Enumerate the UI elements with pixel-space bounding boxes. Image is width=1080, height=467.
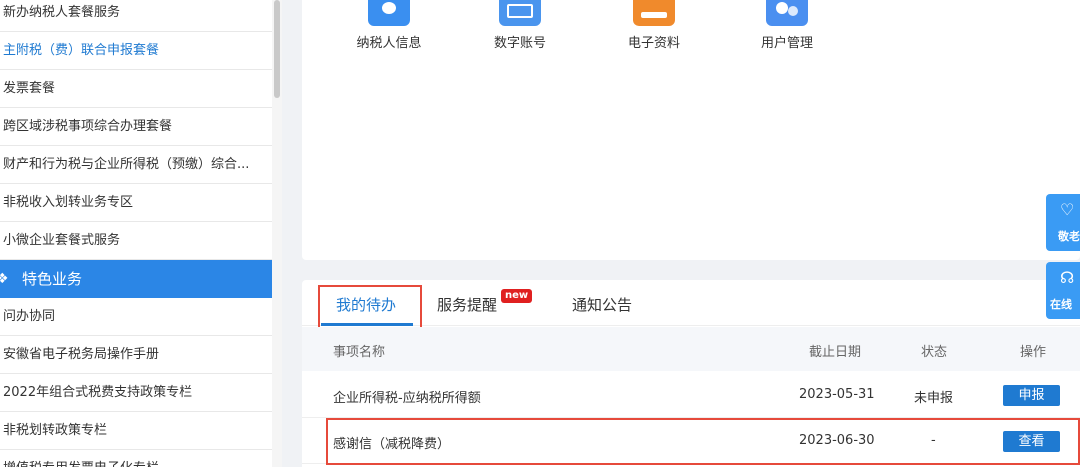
row-status: 未申报 <box>914 391 954 406</box>
sidebar-item-non-tax-policy[interactable]: 非税划转政策专栏 <box>0 412 280 450</box>
table-header: 事项名称 截止日期 状态 操作 <box>302 327 1080 371</box>
table-row: 企业所得税-应纳税所得额 2023-05-31 未申报 申报 <box>302 372 1080 418</box>
sidebar-item-policy-2022[interactable]: 2022年组合式税费支持政策专栏 <box>0 374 280 412</box>
quick-label: 纳税人信息 <box>356 36 422 51</box>
header-action: 操作 <box>1020 345 1047 360</box>
feature-icon: ❖ <box>0 271 9 287</box>
highlight-frame-tab <box>318 285 422 331</box>
sidebar-item-vat-invoice[interactable]: 增值税专用发票电子化专栏 <box>0 450 280 467</box>
elderly-care-icon: ♡ <box>1060 200 1075 219</box>
online-service-icon: ☊ <box>1060 268 1075 287</box>
sidebar-item-joint-declaration[interactable]: 主附税（费）联合申报套餐 <box>0 32 280 70</box>
tab-notice[interactable]: 通知公告 <box>572 294 632 315</box>
online-service-widget[interactable]: ☊ 在线 <box>1046 262 1080 319</box>
quick-user-management[interactable]: 用户管理 <box>737 0 837 51</box>
sidebar-section-label: 特色业务 <box>22 270 83 288</box>
quick-label: 用户管理 <box>760 36 813 51</box>
sidebar-item-invoice[interactable]: 发票套餐 <box>0 70 280 108</box>
quick-digital-account[interactable]: 数字账号 <box>470 0 570 51</box>
elderly-care-widget[interactable]: ♡ 敬老 <box>1046 194 1080 251</box>
row-deadline: 2023-05-31 <box>799 387 875 402</box>
header-status: 状态 <box>921 345 948 360</box>
tab-bar: 我的待办 服务提醒 new 通知公告 <box>302 280 1080 331</box>
e-documents-icon <box>633 0 675 26</box>
sidebar-item-non-tax-revenue[interactable]: 非税收入划转业务专区 <box>0 184 280 222</box>
sidebar-item-collaboration[interactable]: 问办协同 <box>0 298 280 336</box>
sidebar-scrollbar-thumb[interactable] <box>274 0 280 98</box>
todo-panel: 我的待办 服务提醒 new 通知公告 事项名称 截止日期 状态 操作 企业所得税… <box>302 280 1080 467</box>
sidebar-list: 新办纳税人套餐服务 主附税（费）联合申报套餐 发票套餐 跨区域涉税事项综合办理套… <box>0 0 282 467</box>
row-name: 企业所得税-应纳税所得额 <box>333 391 481 406</box>
highlight-frame-row <box>326 418 1080 465</box>
quick-label: 数字账号 <box>493 36 546 51</box>
elderly-care-label: 敬老 <box>1058 230 1080 243</box>
new-badge: new <box>501 289 533 303</box>
taxpayer-info-icon <box>368 0 410 26</box>
sidebar-section-feature[interactable]: ❖ 特色业务 <box>0 260 282 298</box>
quick-label: 电子资料 <box>627 36 680 51</box>
declare-button[interactable]: 申报 <box>1003 385 1060 406</box>
digital-account-icon <box>499 0 541 26</box>
sidebar-item-manual[interactable]: 安徽省电子税务局操作手册 <box>0 336 280 374</box>
online-service-label: 在线 <box>1050 298 1072 311</box>
user-management-icon <box>766 0 808 26</box>
quick-access-panel: 纳税人信息 数字账号 电子资料 用户管理 <box>302 0 1080 260</box>
header-name: 事项名称 <box>333 345 386 360</box>
sidebar-item-new-taxpayer[interactable]: 新办纳税人套餐服务 <box>0 0 280 32</box>
sidebar-item-cross-region[interactable]: 跨区域涉税事项综合办理套餐 <box>0 108 280 146</box>
sidebar-item-property-tax[interactable]: 财产和行为税与企业所得税（预缴）综合... <box>0 146 280 184</box>
sidebar-item-small-business[interactable]: 小微企业套餐式服务 <box>0 222 280 260</box>
quick-taxpayer-info[interactable]: 纳税人信息 <box>339 0 439 51</box>
tab-service-reminder[interactable]: 服务提醒 <box>437 294 497 315</box>
header-deadline: 截止日期 <box>809 345 862 360</box>
quick-e-documents[interactable]: 电子资料 <box>604 0 704 51</box>
sidebar: 新办纳税人套餐服务 主附税（费）联合申报套餐 发票套餐 跨区域涉税事项综合办理套… <box>0 0 282 467</box>
